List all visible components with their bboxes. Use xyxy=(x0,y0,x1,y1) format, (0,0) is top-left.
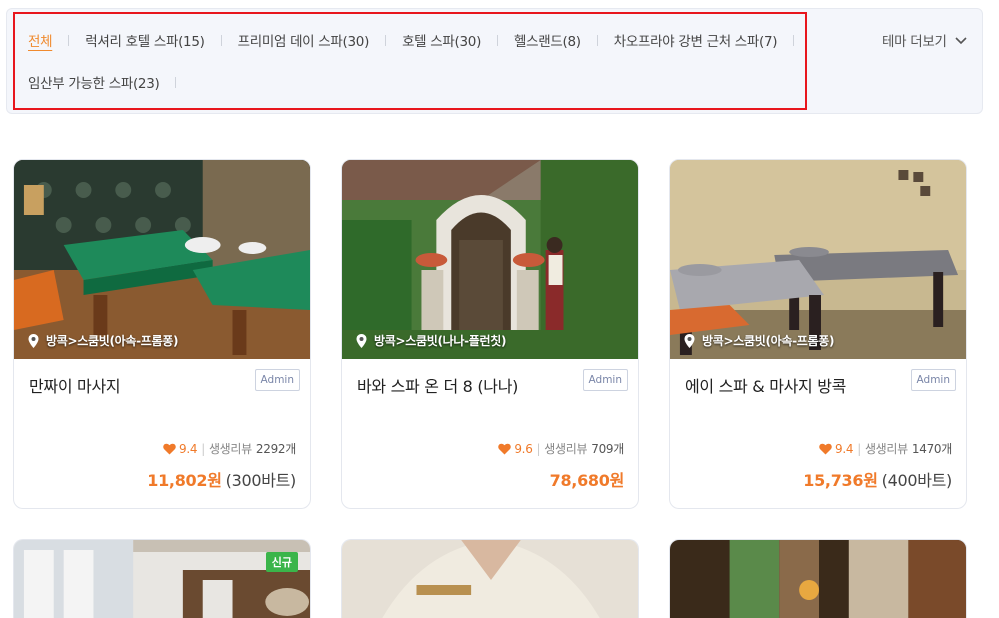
rating-row: 9.6 | 생생리뷰 709개 xyxy=(498,440,624,457)
map-pin-icon xyxy=(28,333,39,348)
divider: | xyxy=(201,441,205,456)
rating-row: 9.4 | 생생리뷰 2292개 xyxy=(163,440,296,457)
rating-score: 9.4 xyxy=(835,441,854,456)
review-count: 2292개 xyxy=(255,442,296,456)
spa-card[interactable]: 방콕>스쿰빗(아속-프롬퐁) 에이 스파 & 마사지 방콕 Admin 9.4 … xyxy=(669,159,967,509)
new-badge: 신규 xyxy=(265,552,298,572)
location-label: 방콕>스쿰빗(아속-프롬퐁) xyxy=(28,332,179,349)
map-pin-icon xyxy=(356,333,367,348)
spa-card-image: 신규 xyxy=(14,540,310,618)
heart-icon xyxy=(163,443,176,454)
location-label: 방콕>스쿰빗(나나-플런칫) xyxy=(356,332,507,349)
price-krw: 11,802원 xyxy=(147,471,222,490)
location-label: 방콕>스쿰빗(아속-프롬퐁) xyxy=(684,332,835,349)
admin-badge: Admin xyxy=(910,369,956,391)
price: 15,736원 (400바트) xyxy=(803,467,952,491)
price-krw: 78,680원 xyxy=(549,471,625,490)
rating-score: 9.6 xyxy=(514,441,533,456)
highlight-box xyxy=(13,12,807,110)
heart-icon xyxy=(498,443,512,454)
rating-row: 9.4 | 생생리뷰 1470개 xyxy=(819,440,952,457)
spa-card-image xyxy=(670,540,966,618)
rating-score: 9.4 xyxy=(179,441,198,456)
review-label: 생생리뷰 xyxy=(544,442,588,456)
spa-card-image: 방콕>스쿰빗(나나-플런칫) xyxy=(342,160,638,359)
spa-card[interactable] xyxy=(669,539,967,618)
admin-badge: Admin xyxy=(254,369,300,391)
admin-badge: Admin xyxy=(582,369,628,391)
spa-card[interactable]: 신규 xyxy=(13,539,311,618)
price: 78,680원 xyxy=(549,467,625,491)
spa-card-image: 방콕>스쿰빗(아속-프롬퐁) xyxy=(670,160,966,359)
spa-title[interactable]: 에이 스파 & 마사지 방콕 xyxy=(685,373,846,397)
price: 11,802원 (300바트) xyxy=(147,467,296,491)
chevron-down-icon xyxy=(955,37,967,45)
map-pin-icon xyxy=(684,333,695,348)
spa-title[interactable]: 바와 스파 온 더 8 (나나) xyxy=(357,373,518,397)
spa-card-image: 방콕>스쿰빗(아속-프롬퐁) xyxy=(14,160,310,359)
review-count: 1470개 xyxy=(911,442,952,456)
spa-card[interactable]: 방콕>스쿰빗(아속-프롬퐁) 만짜이 마사지 Admin 9.4 | 생생리뷰 … xyxy=(13,159,311,509)
more-themes-button[interactable]: 테마 더보기 xyxy=(882,30,968,50)
spa-card[interactable] xyxy=(341,539,639,618)
price-krw: 15,736원 xyxy=(803,471,878,490)
divider: | xyxy=(857,441,861,456)
spa-card-image xyxy=(342,540,638,618)
heart-icon xyxy=(819,443,832,454)
price-thb: (400바트) xyxy=(881,471,953,490)
review-label: 생생리뷰 xyxy=(864,442,908,456)
spa-card[interactable]: 방콕>스쿰빗(나나-플런칫) 바와 스파 온 더 8 (나나) Admin 9.… xyxy=(341,159,639,509)
spa-title[interactable]: 만짜이 마사지 xyxy=(29,373,121,397)
price-thb: (300바트) xyxy=(225,471,297,490)
divider: | xyxy=(536,441,541,456)
more-themes-label: 테마 더보기 xyxy=(882,34,947,50)
review-count: 709개 xyxy=(591,442,624,456)
review-label: 생생리뷰 xyxy=(208,442,252,456)
